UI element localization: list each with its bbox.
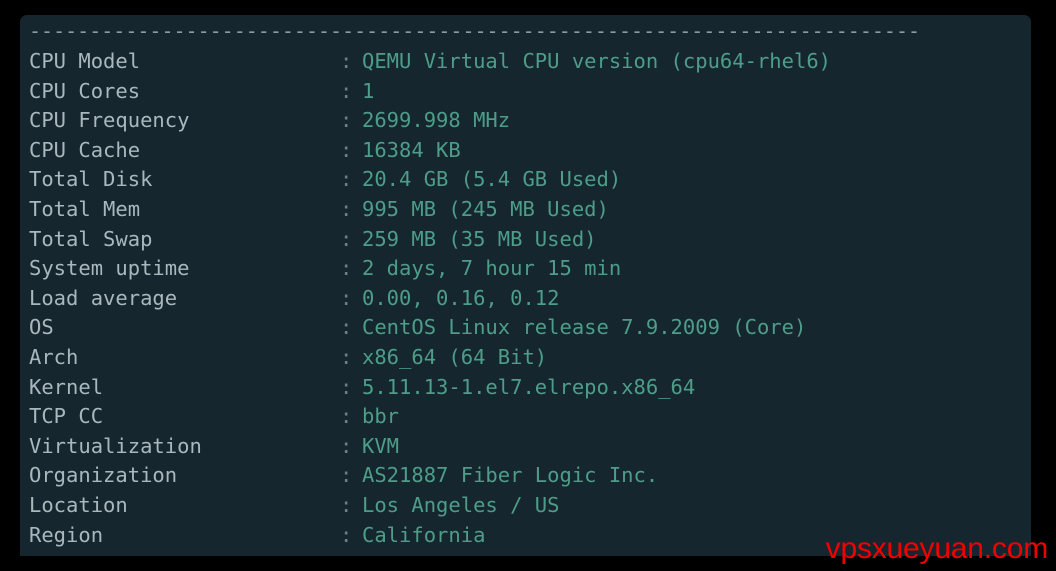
info-label: Total Mem <box>29 196 141 221</box>
info-label: Organization <box>29 463 178 488</box>
info-row: TCP CC: bbr <box>29 402 1031 432</box>
info-value: bbr <box>362 404 400 429</box>
info-separator-colon: : <box>340 167 353 192</box>
info-label: Region <box>29 522 104 547</box>
info-value: 1 <box>362 78 375 103</box>
info-label: CPU Cache <box>29 137 141 162</box>
info-value: 20.4 GB (5.4 GB Used) <box>362 167 622 192</box>
info-value: 5.11.13-1.el7.elrepo.x86_64 <box>362 374 696 399</box>
info-value: x86_64 (64 Bit) <box>362 344 548 369</box>
info-row: Kernel:5.11.13-1.el7.elrepo.x86_64 <box>29 373 1031 403</box>
info-label: CPU Cores <box>29 78 141 103</box>
info-value: CentOS Linux release 7.9.2009 (Core) <box>362 315 807 340</box>
info-row: CPU Cores:1 <box>29 77 1031 107</box>
info-label: Arch <box>29 344 79 369</box>
info-label: Virtualization <box>29 433 202 458</box>
separator-line-top: ----------------------------------------… <box>29 21 921 41</box>
info-value: QEMU Virtual CPU version (cpu64-rhel6) <box>362 49 831 73</box>
info-row: Load average:0.00, 0.16, 0.12 <box>29 284 1031 314</box>
info-row: Total Disk:20.4 GB (5.4 GB Used) <box>29 165 1031 195</box>
info-value: Los Angeles / US <box>362 492 560 517</box>
info-separator-colon: : <box>340 108 353 133</box>
info-value: 0.00, 0.16, 0.12 <box>362 285 560 310</box>
info-separator-colon: : <box>340 404 353 429</box>
info-value: 259 MB (35 MB Used) <box>362 226 597 251</box>
info-label: TCP CC <box>29 404 104 429</box>
info-label: Location <box>29 492 128 517</box>
info-row: CPU Model: QEMU Virtual CPU version (cpu6… <box>29 47 1031 77</box>
info-row: OS: CentOS Linux release 7.9.2009 (Core) <box>29 313 1031 343</box>
info-separator-colon: : <box>340 433 353 458</box>
info-separator-colon: : <box>340 492 353 517</box>
info-value: 2 days, 7 hour 15 min <box>362 256 622 281</box>
info-label: System uptime <box>29 256 190 281</box>
info-label: Total Swap <box>29 226 153 251</box>
info-row: Total Swap:259 MB (35 MB Used) <box>29 225 1031 255</box>
info-row: CPU Frequency:2699.998 MHz <box>29 106 1031 136</box>
info-row: Arch: x86_64 (64 Bit) <box>29 343 1031 373</box>
info-row: System uptime:2 days, 7 hour 15 min <box>29 254 1031 284</box>
info-separator-colon: : <box>340 285 353 310</box>
info-separator-colon: : <box>340 522 353 547</box>
info-row: Location: Los Angeles / US <box>29 491 1031 521</box>
info-value: 995 MB (245 MB Used) <box>362 196 609 221</box>
site-watermark: vpsxueyuan.com <box>825 532 1049 565</box>
info-label: Kernel <box>29 374 104 399</box>
info-separator-colon: : <box>340 374 353 399</box>
info-separator-colon: : <box>340 463 353 488</box>
info-value: 16384 KB <box>362 137 461 162</box>
info-label: CPU Frequency <box>29 108 190 133</box>
info-label: Load average <box>29 285 178 310</box>
info-separator-colon: : <box>340 344 353 369</box>
info-value: AS21887 Fiber Logic Inc. <box>362 463 659 488</box>
info-separator-colon: : <box>340 196 353 221</box>
info-label: OS <box>29 315 54 340</box>
info-separator-colon: : <box>340 256 353 281</box>
info-separator-colon: : <box>340 137 353 162</box>
info-label: Total Disk <box>29 167 153 192</box>
info-row: Organization: AS21887 Fiber Logic Inc. <box>29 461 1031 491</box>
info-row: Total Mem:995 MB (245 MB Used) <box>29 195 1031 225</box>
system-info-list: CPU Model: QEMU Virtual CPU version (cpu6… <box>20 47 1031 550</box>
info-label: CPU Model <box>29 49 141 73</box>
info-value: 2699.998 MHz <box>362 108 511 133</box>
info-value: KVM <box>362 433 400 458</box>
info-row: Virtualization: KVM <box>29 432 1031 462</box>
info-separator-colon: : <box>340 315 353 340</box>
info-separator-colon: : <box>340 226 353 251</box>
info-row: CPU Cache:16384 KB <box>29 136 1031 166</box>
info-separator-colon: : <box>340 78 353 103</box>
terminal-output-panel: ----------------------------------------… <box>20 15 1031 556</box>
info-separator-colon: : <box>340 49 353 73</box>
